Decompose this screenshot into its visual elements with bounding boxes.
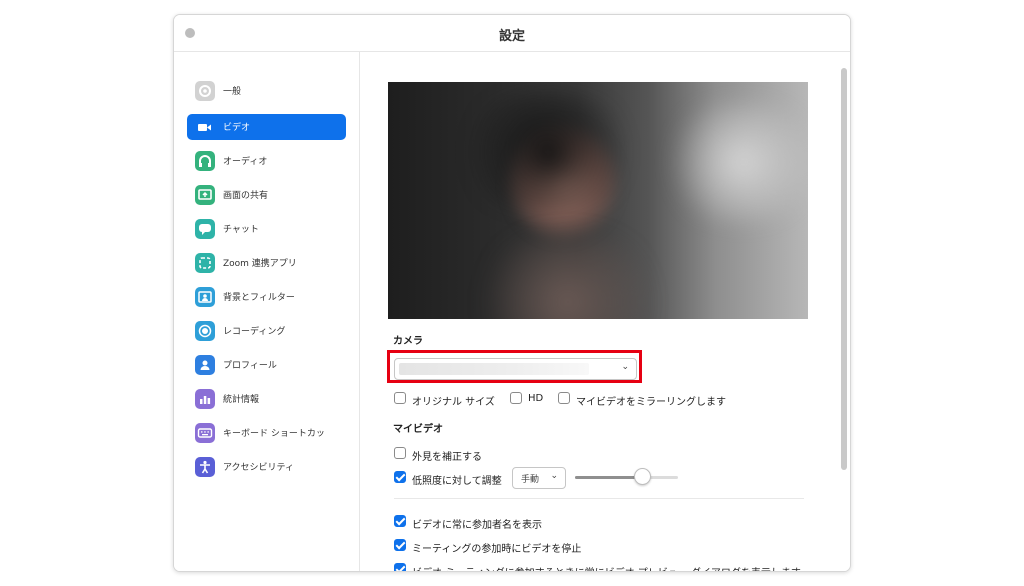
sidebar-item-chat[interactable]: チャット [187,216,346,242]
person-icon [195,355,215,375]
stop-video-checkbox[interactable] [394,539,406,551]
portrait-icon [195,287,215,307]
sidebar-item-video[interactable]: ビデオ [187,114,346,140]
title-bar: 設定 [174,15,850,52]
sidebar-item-label: ビデオ [223,123,251,133]
low-light-mode-value: 手動 [521,475,540,485]
camera-preview [388,82,808,319]
video-settings-panel: カメラ ⌄ オリジナル サイズ HD マイビデオをミラーリングします マイビデオ… [360,52,850,571]
sidebar-item-label: Zoom 連携アプリ [223,259,297,269]
low-light-label: 低照度に対して調整 [412,476,502,487]
sidebar-item-label: オーディオ [223,157,268,167]
sidebar-item-label: レコーディング [223,327,286,337]
apps-icon [195,253,215,273]
settings-sidebar: 一般 ビデオ オーディオ 画面の共有 チャット Zoom 連携アプリ 背景とフィ… [174,52,360,571]
sidebar-item-background-filters[interactable]: 背景とフィルター [187,284,346,310]
show-names-checkbox[interactable] [394,515,406,527]
original-size-checkbox[interactable] [394,392,406,404]
blurred-window-light [658,102,808,222]
show-names-label: ビデオに常に参加者名を表示 [412,520,542,531]
sidebar-item-label: アクセシビリティ [223,463,295,473]
touch-up-label: 外見を補正する [412,452,482,463]
window-title: 設定 [498,29,525,44]
vertical-scrollbar[interactable] [841,68,847,470]
sidebar-item-label: チャット [223,225,259,235]
chat-bubble-icon [195,219,215,239]
low-light-checkbox[interactable] [394,471,406,483]
video-preview-dialog-row: ビデオ ミーティングに参加するときに常にビデオ プレビュー ダイアログを表示しま… [394,562,834,571]
sidebar-item-general[interactable]: 一般 [187,78,346,104]
hd-label: HD [528,393,544,404]
sidebar-item-label: 一般 [223,87,242,97]
blurred-shoulders [468,232,668,319]
stop-video-row: ミーティングの参加時にビデオを停止 [394,538,814,555]
sidebar-item-share-screen[interactable]: 画面の共有 [187,182,346,208]
headphones-icon [195,151,215,171]
low-light-slider-fill [575,476,642,479]
low-light-row: 低照度に対して調整 [394,470,514,487]
stop-video-label: ミーティングの参加時にビデオを停止 [412,544,582,555]
sidebar-item-zoom-apps[interactable]: Zoom 連携アプリ [187,250,346,276]
sidebar-item-profile[interactable]: プロフィール [187,352,346,378]
sidebar-item-label: 画面の共有 [223,191,269,201]
sidebar-item-keyboard-shortcuts[interactable]: キーボード ショートカッ [187,420,346,446]
original-size-label: オリジナル サイズ [412,397,495,408]
touch-up-row: 外見を補正する [394,446,694,463]
mirror-video-label: マイビデオをミラーリングします [576,397,726,408]
low-light-slider[interactable] [575,476,678,479]
blurred-hair [448,92,648,212]
hd-checkbox[interactable] [510,392,522,404]
record-icon [195,321,215,341]
chevron-down-icon: ⌄ [550,471,558,481]
sidebar-item-audio[interactable]: オーディオ [187,148,346,174]
bar-chart-icon [195,389,215,409]
my-video-section-label: マイビデオ [393,424,443,435]
keyboard-icon [195,423,215,443]
sidebar-item-label: プロフィール [223,361,277,371]
gear-icon [195,81,215,101]
sidebar-item-label: 背景とフィルター [223,293,295,303]
sidebar-item-recording[interactable]: レコーディング [187,318,346,344]
touch-up-checkbox[interactable] [394,447,406,459]
mirror-video-checkbox[interactable] [558,392,570,404]
sidebar-item-accessibility[interactable]: アクセシビリティ [187,454,346,480]
video-camera-icon [195,117,215,137]
sidebar-item-label: 統計情報 [223,395,260,405]
highlight-box [387,350,642,383]
low-light-slider-thumb[interactable] [633,468,651,485]
video-preview-dialog-label: ビデオ ミーティングに参加するときに常にビデオ プレビュー ダイアログを表示しま… [412,564,801,571]
divider [394,498,804,499]
accessibility-icon [195,457,215,477]
share-screen-icon [195,185,215,205]
settings-window: 設定 一般 ビデオ オーディオ 画面の共有 チャット Zoom 連携アプリ 背景… [173,14,851,572]
video-preview-dialog-checkbox[interactable] [394,563,406,571]
show-names-row: ビデオに常に参加者名を表示 [394,514,814,531]
sidebar-item-label: キーボード ショートカッ [223,429,325,439]
camera-section-label: カメラ [393,336,423,347]
camera-options-row: オリジナル サイズ HD マイビデオをミラーリングします [394,391,814,408]
sidebar-item-statistics[interactable]: 統計情報 [187,386,346,412]
low-light-mode-select[interactable]: 手動 ⌄ [512,467,566,489]
